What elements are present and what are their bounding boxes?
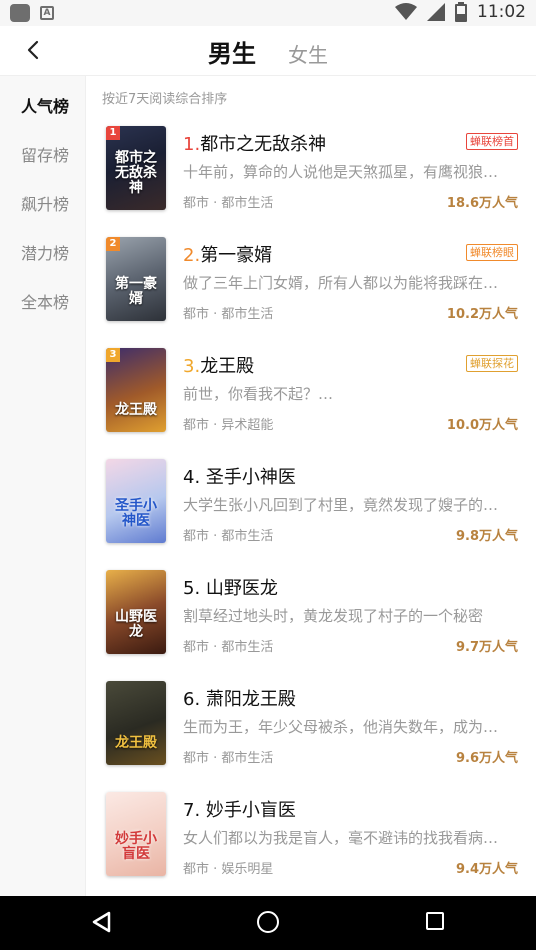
book-cover: 3 龙王殿 bbox=[106, 348, 166, 432]
book-list: 按近7天阅读综合排序 1 都市之无敌杀神 1.都市之无敌杀神 蝉联榜首 十年前，… bbox=[86, 76, 536, 896]
rank-number: 7. bbox=[183, 800, 201, 821]
book-title: 7. 妙手小盲医 bbox=[183, 796, 296, 822]
wifi-icon bbox=[395, 3, 417, 20]
book-title-text: 龙王殿 bbox=[200, 356, 255, 377]
book-title-text: 第一豪婿 bbox=[200, 245, 273, 266]
rank-number: 1. bbox=[183, 134, 201, 155]
book-title: 1.都市之无敌杀神 bbox=[183, 130, 326, 156]
book-description: 做了三年上门女婿，所有人都以为能将我踩在… bbox=[183, 274, 499, 292]
book-title: 4. 圣手小神医 bbox=[183, 463, 296, 489]
list-item[interactable]: 1 都市之无敌杀神 1.都市之无敌杀神 蝉联榜首 十年前，算命的人说他是天煞孤星… bbox=[86, 126, 536, 237]
sidebar-item-retention[interactable]: 留存榜 bbox=[21, 142, 69, 166]
nav-back-icon[interactable] bbox=[91, 911, 111, 933]
cover-title: 妙手小盲医 bbox=[115, 831, 157, 862]
book-category: 都市 · 娱乐明星 bbox=[183, 862, 274, 877]
cover-title: 圣手小神医 bbox=[115, 498, 157, 529]
tab-male[interactable]: 男生 bbox=[208, 34, 256, 69]
cover-title: 都市之无敌杀神 bbox=[115, 150, 157, 196]
nav-home-icon[interactable] bbox=[257, 911, 279, 933]
book-title-text: 萧阳龙王殿 bbox=[205, 689, 296, 710]
book-cover: 妙手小盲医 bbox=[106, 792, 166, 876]
battery-icon bbox=[455, 2, 467, 22]
back-arrow-icon[interactable] bbox=[22, 38, 46, 62]
list-item[interactable]: 圣手小神医 4. 圣手小神医 大学生张小凡回到了村里，竟然发现了嫂子的… 都市 … bbox=[86, 459, 536, 570]
book-category: 都市 · 都市生活 bbox=[183, 529, 274, 544]
popularity-count: 10.0万人气 bbox=[446, 418, 518, 433]
book-cover: 2 第一豪婿 bbox=[106, 237, 166, 321]
book-description: 前世，你看我不起？… bbox=[183, 385, 334, 403]
book-description: 十年前，算命的人说他是天煞孤星，有鹰视狼… bbox=[183, 163, 499, 181]
rank-tag: 蝉联榜首 bbox=[466, 133, 518, 150]
rank-number: 3. bbox=[183, 356, 201, 377]
sidebar-item-popularity[interactable]: 人气榜 bbox=[21, 93, 69, 117]
system-navigation-bar bbox=[0, 896, 536, 950]
header: 男生 女生 bbox=[0, 26, 536, 76]
signal-icon bbox=[427, 3, 445, 21]
book-description: 女人们都以为我是盲人，毫不避讳的找我看病… bbox=[183, 829, 499, 847]
rank-badge: 3 bbox=[106, 348, 120, 362]
book-description: 割草经过地头时，黄龙发现了村子的一个秘密 bbox=[183, 607, 484, 625]
list-item[interactable]: 龙王殿 6. 萧阳龙王殿 生而为王，年少父母被杀，他消失数年，成为… 都市 · … bbox=[86, 681, 536, 792]
book-category: 都市 · 都市生活 bbox=[183, 307, 274, 322]
book-cover: 1 都市之无敌杀神 bbox=[106, 126, 166, 210]
cover-title: 第一豪婿 bbox=[115, 276, 157, 307]
popularity-count: 10.2万人气 bbox=[446, 307, 518, 322]
popularity-count: 9.4万人气 bbox=[455, 862, 518, 877]
list-item[interactable]: 山野医龙 5. 山野医龙 割草经过地头时，黄龙发现了村子的一个秘密 都市 · 都… bbox=[86, 570, 536, 681]
book-category: 都市 · 都市生活 bbox=[183, 196, 274, 211]
nav-recents-icon[interactable] bbox=[426, 912, 444, 930]
book-cover: 山野医龙 bbox=[106, 570, 166, 654]
book-title-text: 山野医龙 bbox=[205, 578, 278, 599]
status-bar: A 11:02 bbox=[0, 0, 536, 26]
ranking-sidebar: 人气榜 留存榜 飙升榜 潜力榜 全本榜 bbox=[0, 76, 86, 896]
rank-number: 4. bbox=[183, 467, 201, 488]
sidebar-item-completed[interactable]: 全本榜 bbox=[21, 289, 69, 313]
font-notification-icon: A bbox=[40, 6, 54, 20]
rank-number: 6. bbox=[183, 689, 201, 710]
popularity-count: 18.6万人气 bbox=[446, 196, 518, 211]
book-description: 大学生张小凡回到了村里，竟然发现了嫂子的… bbox=[183, 496, 499, 514]
list-item[interactable]: 2 第一豪婿 2.第一豪婿 蝉联榜眼 做了三年上门女婿，所有人都以为能将我踩在…… bbox=[86, 237, 536, 348]
book-title-text: 都市之无敌杀神 bbox=[200, 134, 327, 155]
rank-number: 5. bbox=[183, 578, 201, 599]
clock: 11:02 bbox=[477, 2, 526, 22]
popularity-count: 9.6万人气 bbox=[455, 751, 518, 766]
book-cover: 龙王殿 bbox=[106, 681, 166, 765]
rank-tag: 蝉联探花 bbox=[466, 355, 518, 372]
book-category: 都市 · 异术超能 bbox=[183, 418, 274, 433]
book-title-text: 妙手小盲医 bbox=[205, 800, 296, 821]
tab-female[interactable]: 女生 bbox=[288, 39, 328, 68]
sort-description: 按近7天阅读综合排序 bbox=[102, 92, 228, 107]
popularity-count: 9.7万人气 bbox=[455, 640, 518, 655]
book-description: 生而为王，年少父母被杀，他消失数年，成为… bbox=[183, 718, 499, 736]
cover-title: 龙王殿 bbox=[115, 402, 157, 418]
rank-badge: 2 bbox=[106, 237, 120, 251]
book-title-text: 圣手小神医 bbox=[205, 467, 296, 488]
popularity-count: 9.8万人气 bbox=[455, 529, 518, 544]
list-item[interactable]: 妙手小盲医 7. 妙手小盲医 女人们都以为我是盲人，毫不避讳的找我看病… 都市 … bbox=[86, 792, 536, 896]
book-title: 3.龙王殿 bbox=[183, 352, 254, 378]
book-title: 5. 山野医龙 bbox=[183, 574, 278, 600]
list-item[interactable]: 3 龙王殿 3.龙王殿 蝉联探花 前世，你看我不起？… 都市 · 异术超能 10… bbox=[86, 348, 536, 459]
app-notification-icon bbox=[10, 4, 30, 22]
book-title: 6. 萧阳龙王殿 bbox=[183, 685, 296, 711]
sidebar-item-rising[interactable]: 飙升榜 bbox=[21, 191, 69, 215]
book-category: 都市 · 都市生活 bbox=[183, 751, 274, 766]
book-category: 都市 · 都市生活 bbox=[183, 640, 274, 655]
book-cover: 圣手小神医 bbox=[106, 459, 166, 543]
rank-tag: 蝉联榜眼 bbox=[466, 244, 518, 261]
sidebar-item-potential[interactable]: 潜力榜 bbox=[21, 240, 69, 264]
cover-title: 龙王殿 bbox=[115, 735, 157, 751]
rank-badge: 1 bbox=[106, 126, 120, 140]
cover-title: 山野医龙 bbox=[115, 609, 157, 640]
rank-number: 2. bbox=[183, 245, 201, 266]
book-title: 2.第一豪婿 bbox=[183, 241, 272, 267]
